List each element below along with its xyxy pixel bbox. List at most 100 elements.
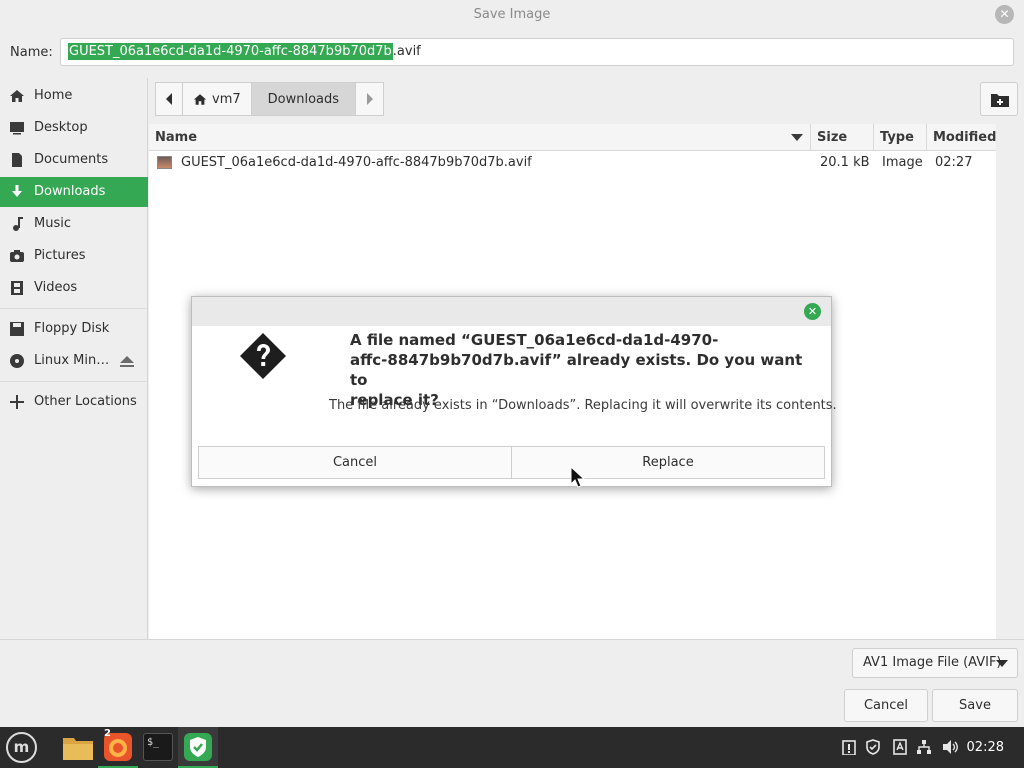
- folder-icon: [63, 738, 93, 760]
- downloads-icon: [12, 185, 22, 197]
- column-header-modified[interactable]: Modified: [927, 124, 996, 151]
- table-row[interactable]: GUEST_06a1e6cd-da1d-4970-affc-8847b9b70d…: [149, 152, 996, 174]
- file-name: GUEST_06a1e6cd-da1d-4970-affc-8847b9b70d…: [181, 155, 532, 170]
- sidebar-item-other-locations[interactable]: Other Locations: [0, 387, 148, 417]
- sidebar-item-music[interactable]: Music: [0, 209, 148, 239]
- sidebar-item-pictures[interactable]: Pictures: [0, 241, 148, 271]
- sidebar-item-floppy-disk[interactable]: Floppy Disk: [0, 314, 148, 344]
- home-icon: [193, 93, 207, 105]
- file-modified: 02:27: [935, 155, 973, 170]
- taskbar-files[interactable]: [58, 727, 98, 768]
- question-icon: [240, 333, 286, 379]
- window-titlebar: Save Image ✕: [0, 0, 1024, 30]
- places-sidebar: Home Desktop Documents Downloads Music P…: [0, 78, 148, 640]
- sidebar-item-label: Videos: [34, 280, 78, 295]
- file-type: Image: [882, 155, 923, 170]
- clock[interactable]: 02:28: [967, 740, 1004, 755]
- terminal-icon: $_: [143, 733, 173, 761]
- network-icon[interactable]: [916, 739, 932, 755]
- path-segment-label: Downloads: [267, 91, 340, 107]
- desktop-icon: [10, 122, 24, 135]
- cancel-button[interactable]: Cancel: [844, 689, 928, 722]
- filename-extension: .avif: [392, 44, 421, 59]
- column-header-type[interactable]: Type: [874, 124, 927, 151]
- taskbar-firefox[interactable]: 2: [98, 727, 138, 768]
- path-segment-label: vm7: [212, 91, 241, 107]
- sidebar-item-linux-mint[interactable]: Linux Min…: [0, 346, 148, 376]
- dialog-header: ✕: [192, 297, 831, 326]
- eject-icon[interactable]: [120, 356, 134, 367]
- sidebar-item-label: Music: [34, 216, 71, 231]
- filename-input[interactable]: GUEST_06a1e6cd-da1d-4970-affc-8847b9b70d…: [60, 38, 1014, 66]
- mint-logo-icon: m: [13, 738, 30, 756]
- dialog-cancel-button[interactable]: Cancel: [198, 446, 512, 479]
- filename-selection: GUEST_06a1e6cd-da1d-4970-affc-8847b9b70d…: [68, 43, 393, 60]
- replace-button[interactable]: Replace: [512, 446, 825, 479]
- chevron-left-icon: [166, 93, 172, 105]
- file-type-filter-select[interactable]: AV1 Image File (AVIF): [852, 648, 1018, 678]
- documents-icon: [12, 153, 22, 167]
- new-folder-button[interactable]: [980, 82, 1018, 116]
- plus-icon: [10, 395, 24, 409]
- taskbar-terminal[interactable]: $_: [138, 727, 178, 768]
- new-folder-icon: [991, 94, 1009, 107]
- floppy-icon: [10, 322, 24, 336]
- sidebar-item-home[interactable]: Home: [0, 81, 148, 111]
- mouse-cursor-icon: [570, 466, 586, 488]
- sidebar-item-label: Desktop: [34, 120, 88, 135]
- image-file-icon: [157, 156, 172, 169]
- volume-icon[interactable]: [942, 739, 960, 755]
- music-icon: [13, 217, 23, 231]
- disc-icon: [10, 354, 24, 368]
- taskbar: m 2 $_ 02:28: [0, 727, 1024, 768]
- sidebar-item-label: Pictures: [34, 248, 86, 263]
- window-title: Save Image: [473, 7, 551, 22]
- sidebar-item-desktop[interactable]: Desktop: [0, 113, 148, 143]
- close-window-button[interactable]: ✕: [995, 5, 1014, 24]
- home-icon: [10, 90, 24, 102]
- videos-icon: [11, 281, 23, 295]
- save-button[interactable]: Save: [932, 689, 1018, 722]
- column-header-size[interactable]: Size: [811, 124, 874, 151]
- dialog-secondary-text: The file already exists in “Downloads”. …: [329, 398, 837, 413]
- path-segment-downloads[interactable]: Downloads: [251, 82, 357, 116]
- path-segment-home[interactable]: vm7: [183, 82, 252, 116]
- sidebar-item-label: Documents: [34, 152, 109, 167]
- shield-tray-icon[interactable]: [866, 739, 880, 755]
- dialog-footer: AV1 Image File (AVIF) Cancel Save: [0, 639, 1024, 727]
- taskbar-update-manager[interactable]: [178, 727, 218, 768]
- name-label: Name:: [10, 45, 53, 60]
- dialog-close-button[interactable]: ✕: [804, 303, 821, 320]
- path-bar: vm7 Downloads: [155, 82, 385, 116]
- dialog-primary-line: affc-8847b9b70d7b.avif” already exists. …: [350, 351, 803, 389]
- sidebar-item-videos[interactable]: Videos: [0, 273, 148, 303]
- name-row: Name: GUEST_06a1e6cd-da1d-4970-affc-8847…: [0, 30, 1024, 76]
- file-list-header: Name Size Type Modified: [149, 124, 996, 151]
- chevron-right-icon: [366, 93, 373, 105]
- dropdown-arrow-icon: [996, 660, 1008, 667]
- keyboard-layout-icon[interactable]: [893, 739, 907, 755]
- path-forward-button[interactable]: [356, 82, 385, 116]
- dialog-primary-line: A file named “GUEST_06a1e6cd-da1d-4970-: [350, 331, 719, 349]
- file-size: 20.1 kB: [820, 155, 870, 170]
- menu-button[interactable]: m: [6, 732, 37, 763]
- sidebar-item-documents[interactable]: Documents: [0, 145, 148, 175]
- scroll-area: [996, 124, 1024, 639]
- sidebar-divider: [0, 308, 148, 309]
- column-header-name[interactable]: Name: [149, 124, 811, 151]
- sidebar-divider: [0, 381, 148, 382]
- path-back-button[interactable]: [155, 82, 183, 116]
- sidebar-item-label: Floppy Disk: [34, 321, 110, 336]
- sidebar-item-label: Other Locations: [34, 394, 137, 409]
- replace-confirmation-dialog: ✕ A file named “GUEST_06a1e6cd-da1d-4970…: [191, 296, 837, 487]
- sidebar-item-label: Linux Min…: [34, 353, 110, 368]
- clipboard-icon[interactable]: [842, 739, 856, 755]
- sidebar-item-downloads[interactable]: Downloads: [0, 177, 148, 207]
- window-count-badge: 2: [104, 728, 111, 739]
- sidebar-item-label: Downloads: [34, 184, 106, 199]
- sort-descending-icon: [791, 134, 803, 141]
- sidebar-item-label: Home: [34, 88, 73, 103]
- file-type-filter-value: AV1 Image File (AVIF): [863, 655, 1002, 670]
- pictures-icon: [10, 250, 24, 262]
- shield-icon: [184, 733, 212, 761]
